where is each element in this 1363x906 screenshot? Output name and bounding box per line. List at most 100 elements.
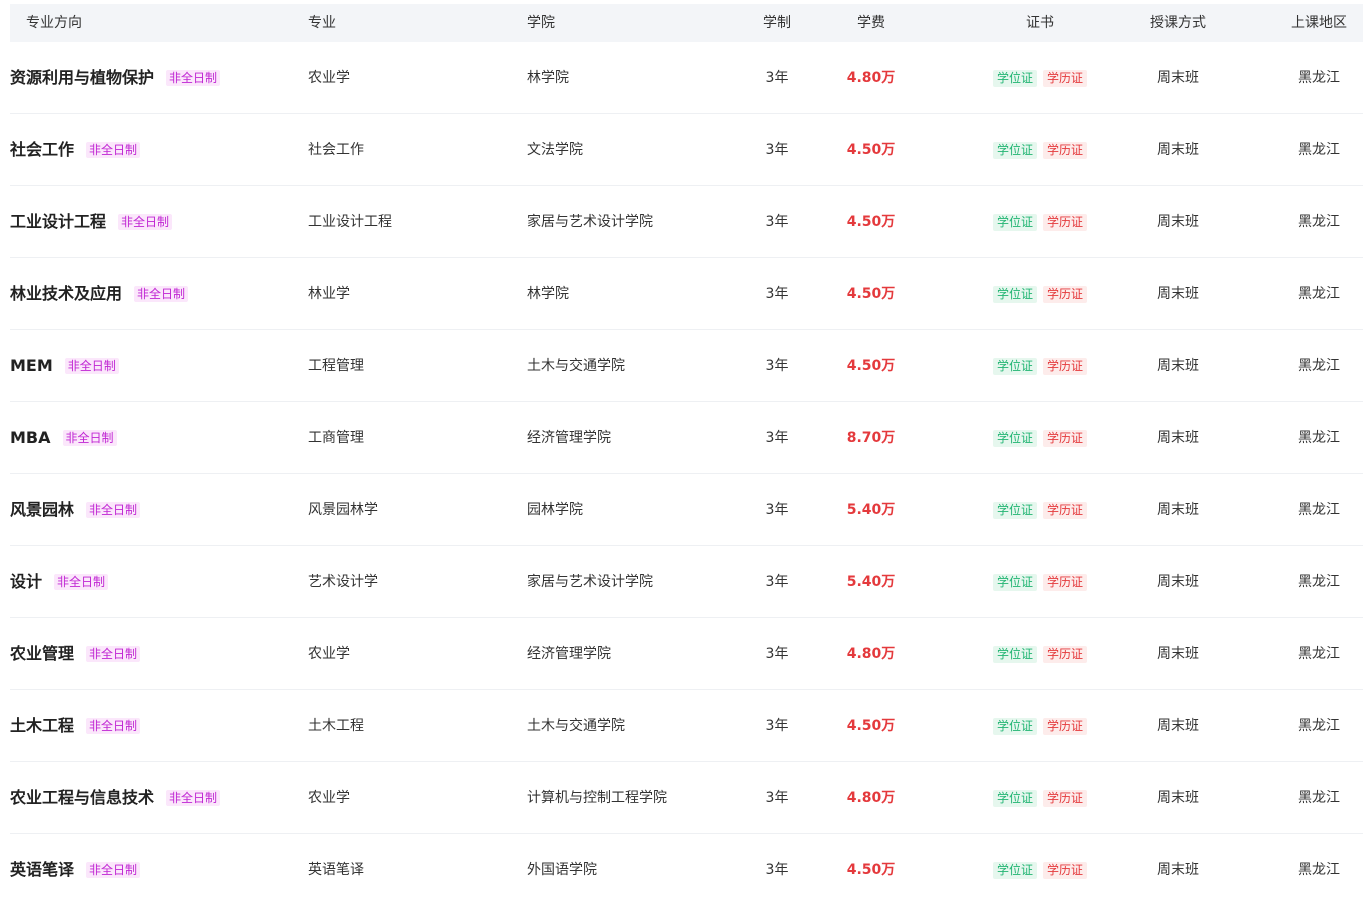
major-cell: 工程管理 bbox=[308, 358, 364, 374]
degree-cert-badge: 学位证 bbox=[992, 213, 1037, 231]
degree-cert-badge: 学位证 bbox=[992, 501, 1037, 519]
header-method: 授课方式 bbox=[1150, 15, 1206, 31]
study-mode-badge: 非全日制 bbox=[86, 718, 141, 734]
region-cell: 黑龙江 bbox=[1298, 574, 1340, 590]
years-cell: 3年 bbox=[765, 286, 789, 302]
program-direction-link[interactable]: MBA bbox=[10, 430, 51, 446]
diploma-cert-badge: 学历证 bbox=[1043, 357, 1088, 375]
fee-cell: 4.50万 bbox=[846, 862, 896, 878]
program-direction-link[interactable]: 土木工程 bbox=[10, 718, 74, 734]
direction-cell: 工业设计工程 非全日制 bbox=[10, 186, 173, 258]
table-row[interactable]: 英语笔译 非全日制 英语笔译 外国语学院 3年 4.50万 学位证 学历证 周末… bbox=[10, 834, 1363, 906]
method-cell: 周末班 bbox=[1157, 718, 1199, 734]
degree-cert-badge: 学位证 bbox=[992, 789, 1037, 807]
table-row[interactable]: MEM 非全日制 工程管理 土木与交通学院 3年 4.50万 学位证 学历证 周… bbox=[10, 330, 1363, 402]
table-row[interactable]: 设计 非全日制 艺术设计学 家居与艺术设计学院 3年 5.40万 学位证 学历证… bbox=[10, 546, 1363, 618]
years-cell: 3年 bbox=[765, 358, 789, 374]
header-cert: 证书 bbox=[1026, 15, 1054, 31]
college-cell: 计算机与控制工程学院 bbox=[527, 790, 667, 806]
fee-cell: 4.50万 bbox=[846, 142, 896, 158]
study-mode-badge: 非全日制 bbox=[166, 790, 221, 806]
major-cell: 土木工程 bbox=[308, 718, 364, 734]
fee-cell: 4.50万 bbox=[846, 358, 896, 374]
years-cell: 3年 bbox=[765, 718, 789, 734]
table-row[interactable]: 林业技术及应用 非全日制 林业学 林学院 3年 4.50万 学位证 学历证 周末… bbox=[10, 258, 1363, 330]
region-cell: 黑龙江 bbox=[1298, 502, 1340, 518]
college-cell: 外国语学院 bbox=[527, 862, 597, 878]
method-cell: 周末班 bbox=[1157, 358, 1199, 374]
fee-cell: 4.50万 bbox=[846, 718, 896, 734]
diploma-cert-badge: 学历证 bbox=[1043, 285, 1088, 303]
program-direction-link[interactable]: 风景园林 bbox=[10, 502, 74, 518]
program-direction-link[interactable]: 农业工程与信息技术 bbox=[10, 790, 154, 806]
method-cell: 周末班 bbox=[1157, 646, 1199, 662]
table-row[interactable]: 土木工程 非全日制 土木工程 土木与交通学院 3年 4.50万 学位证 学历证 … bbox=[10, 690, 1363, 762]
study-mode-badge: 非全日制 bbox=[86, 142, 141, 158]
major-cell: 农业学 bbox=[308, 70, 350, 86]
table-row[interactable]: 农业管理 非全日制 农业学 经济管理学院 3年 4.80万 学位证 学历证 周末… bbox=[10, 618, 1363, 690]
major-cell: 社会工作 bbox=[308, 142, 364, 158]
major-cell: 林业学 bbox=[308, 286, 350, 302]
table-row[interactable]: 资源利用与植物保护 非全日制 农业学 林学院 3年 4.80万 学位证 学历证 … bbox=[10, 42, 1363, 114]
college-cell: 文法学院 bbox=[527, 142, 583, 158]
cert-cell: 学位证 学历证 bbox=[970, 834, 1110, 906]
region-cell: 黑龙江 bbox=[1298, 286, 1340, 302]
degree-cert-badge: 学位证 bbox=[992, 717, 1037, 735]
diploma-cert-badge: 学历证 bbox=[1043, 501, 1088, 519]
program-direction-link[interactable]: 英语笔译 bbox=[10, 862, 74, 878]
region-cell: 黑龙江 bbox=[1298, 718, 1340, 734]
method-cell: 周末班 bbox=[1157, 214, 1199, 230]
method-cell: 周末班 bbox=[1157, 70, 1199, 86]
study-mode-badge: 非全日制 bbox=[118, 214, 173, 230]
method-cell: 周末班 bbox=[1157, 790, 1199, 806]
study-mode-badge: 非全日制 bbox=[86, 502, 141, 518]
program-direction-link[interactable]: 林业技术及应用 bbox=[10, 286, 122, 302]
direction-cell: 英语笔译 非全日制 bbox=[10, 834, 141, 906]
program-direction-link[interactable]: MEM bbox=[10, 358, 53, 374]
diploma-cert-badge: 学历证 bbox=[1043, 141, 1088, 159]
diploma-cert-badge: 学历证 bbox=[1043, 69, 1088, 87]
fee-cell: 5.40万 bbox=[846, 502, 896, 518]
degree-cert-badge: 学位证 bbox=[992, 285, 1037, 303]
table-row[interactable]: 农业工程与信息技术 非全日制 农业学 计算机与控制工程学院 3年 4.80万 学… bbox=[10, 762, 1363, 834]
college-cell: 经济管理学院 bbox=[527, 646, 611, 662]
cert-cell: 学位证 学历证 bbox=[970, 690, 1110, 762]
college-cell: 经济管理学院 bbox=[527, 430, 611, 446]
region-cell: 黑龙江 bbox=[1298, 142, 1340, 158]
header-fee: 学费 bbox=[857, 15, 885, 31]
college-cell: 家居与艺术设计学院 bbox=[527, 214, 653, 230]
college-cell: 林学院 bbox=[527, 70, 569, 86]
major-cell: 工业设计工程 bbox=[308, 214, 392, 230]
method-cell: 周末班 bbox=[1157, 502, 1199, 518]
degree-cert-badge: 学位证 bbox=[992, 861, 1037, 879]
major-cell: 风景园林学 bbox=[308, 502, 378, 518]
program-direction-link[interactable]: 设计 bbox=[10, 574, 42, 590]
years-cell: 3年 bbox=[765, 574, 789, 590]
table-row[interactable]: 社会工作 非全日制 社会工作 文法学院 3年 4.50万 学位证 学历证 周末班… bbox=[10, 114, 1363, 186]
years-cell: 3年 bbox=[765, 646, 789, 662]
table-row[interactable]: 工业设计工程 非全日制 工业设计工程 家居与艺术设计学院 3年 4.50万 学位… bbox=[10, 186, 1363, 258]
study-mode-badge: 非全日制 bbox=[86, 646, 141, 662]
program-direction-link[interactable]: 社会工作 bbox=[10, 142, 74, 158]
region-cell: 黑龙江 bbox=[1298, 214, 1340, 230]
program-direction-link[interactable]: 资源利用与植物保护 bbox=[10, 70, 154, 86]
years-cell: 3年 bbox=[765, 790, 789, 806]
direction-cell: 风景园林 非全日制 bbox=[10, 474, 141, 546]
cert-cell: 学位证 学历证 bbox=[970, 402, 1110, 474]
major-cell: 农业学 bbox=[308, 790, 350, 806]
program-direction-link[interactable]: 工业设计工程 bbox=[10, 214, 106, 230]
table-row[interactable]: 风景园林 非全日制 风景园林学 园林学院 3年 5.40万 学位证 学历证 周末… bbox=[10, 474, 1363, 546]
region-cell: 黑龙江 bbox=[1298, 430, 1340, 446]
years-cell: 3年 bbox=[765, 70, 789, 86]
header-direction: 专业方向 bbox=[26, 15, 82, 31]
method-cell: 周末班 bbox=[1157, 286, 1199, 302]
program-direction-link[interactable]: 农业管理 bbox=[10, 646, 74, 662]
region-cell: 黑龙江 bbox=[1298, 790, 1340, 806]
fee-cell: 5.40万 bbox=[846, 574, 896, 590]
study-mode-badge: 非全日制 bbox=[134, 286, 189, 302]
direction-cell: MEM 非全日制 bbox=[10, 330, 119, 402]
cert-cell: 学位证 学历证 bbox=[970, 114, 1110, 186]
table-row[interactable]: MBA 非全日制 工商管理 经济管理学院 3年 8.70万 学位证 学历证 周末… bbox=[10, 402, 1363, 474]
fee-cell: 4.80万 bbox=[846, 646, 896, 662]
years-cell: 3年 bbox=[765, 430, 789, 446]
